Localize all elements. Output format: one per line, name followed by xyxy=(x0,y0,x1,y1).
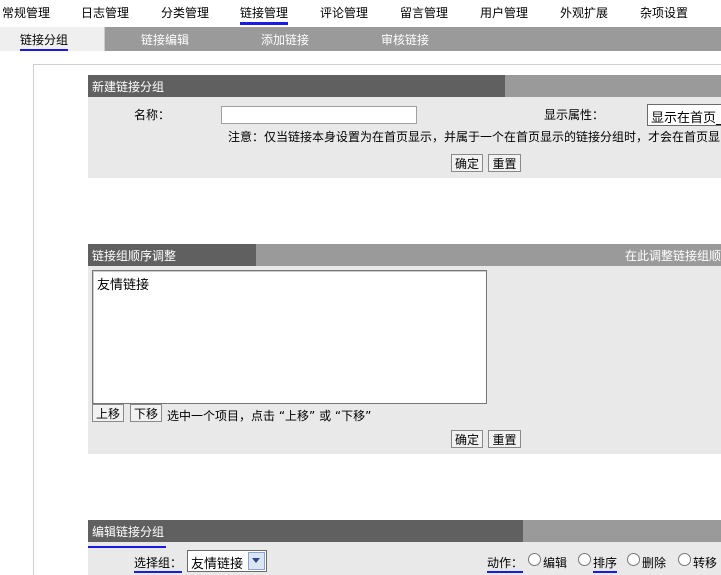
action-label: 动作： xyxy=(487,554,524,573)
top-nav: 常规管理 日志管理 分类管理 链接管理 评论管理 留言管理 用户管理 外观扩展 … xyxy=(0,0,721,26)
nav-item-posts[interactable]: 日志管理 xyxy=(81,4,129,21)
list-item[interactable]: 友情链接 xyxy=(97,274,149,293)
action-sort-label: 排序 xyxy=(593,554,618,573)
order-confirm-button[interactable]: 确定 xyxy=(451,430,483,448)
action-sort-radio[interactable] xyxy=(578,553,591,566)
action-delete-radio[interactable] xyxy=(627,553,640,566)
chevron-down-icon[interactable] xyxy=(248,552,265,570)
edit-group-accent-bar xyxy=(88,546,166,548)
tab-review-links[interactable]: 审核链接 xyxy=(381,31,429,48)
content-border-left xyxy=(33,64,34,575)
display-select-value: 显示在首页_ xyxy=(651,111,721,126)
new-group-title: 新建链接分组 xyxy=(92,80,165,94)
content-border-top xyxy=(33,64,721,65)
reset-button[interactable]: 重置 xyxy=(488,154,521,172)
order-title: 链接组顺序调整 xyxy=(92,249,177,263)
group-select[interactable]: 友情链接 xyxy=(187,550,267,572)
edit-group-header-right xyxy=(523,520,721,542)
action-move-radio[interactable] xyxy=(678,553,691,566)
action-edit-radio[interactable] xyxy=(528,553,541,566)
select-group-label: 选择组： xyxy=(134,554,183,573)
nav-item-comments[interactable]: 评论管理 xyxy=(320,4,368,21)
order-reset-button[interactable]: 重置 xyxy=(488,430,521,448)
nav-item-misc[interactable]: 杂项设置 xyxy=(640,4,688,21)
tab-link-groups[interactable]: 链接分组 xyxy=(0,27,105,51)
confirm-button[interactable]: 确定 xyxy=(451,154,483,172)
group-order-list[interactable]: 友情链接 xyxy=(92,270,487,404)
display-label: 显示属性： xyxy=(544,108,605,122)
note-text: 注意：仅当链接本身设置为在首页显示，并属于一个在首页显示的链接分组时，才会在首页… xyxy=(228,130,721,144)
nav-item-links[interactable]: 链接管理 xyxy=(240,4,289,25)
nav-item-general[interactable]: 常规管理 xyxy=(2,4,50,21)
edit-group-title: 编辑链接分组 xyxy=(92,525,165,539)
tab-add-link[interactable]: 添加链接 xyxy=(261,31,309,48)
nav-item-users[interactable]: 用户管理 xyxy=(480,4,528,21)
sub-nav: 链接分组 链接编辑 添加链接 审核链接 xyxy=(0,27,721,51)
tab-label: 链接分组 xyxy=(20,31,69,51)
nav-item-guestbook[interactable]: 留言管理 xyxy=(400,4,448,21)
order-header-right: 在此调整链接组顺 xyxy=(256,244,721,266)
action-delete-label: 删除 xyxy=(642,556,667,570)
display-select[interactable]: 显示在首页_ xyxy=(647,104,721,126)
nav-item-appearance[interactable]: 外观扩展 xyxy=(560,4,608,21)
nav-item-categories[interactable]: 分类管理 xyxy=(161,4,209,21)
order-header: 链接组顺序调整 xyxy=(88,244,256,266)
group-select-value: 友情链接 xyxy=(191,557,244,572)
move-down-button[interactable]: 下移 xyxy=(130,404,162,422)
tab-link-edit[interactable]: 链接编辑 xyxy=(141,31,189,48)
edit-group-header: 编辑链接分组 xyxy=(88,520,523,542)
order-hint: 选中一个项目，点击 “上移” 或 “下移” xyxy=(167,409,372,423)
action-move-label: 转移 xyxy=(693,556,718,570)
name-input[interactable] xyxy=(221,106,417,124)
new-group-header-right xyxy=(505,75,721,97)
name-label: 名称： xyxy=(134,108,171,122)
new-group-header: 新建链接分组 xyxy=(88,75,505,97)
order-title-right: 在此调整链接组顺 xyxy=(624,249,721,263)
move-up-button[interactable]: 上移 xyxy=(92,404,124,422)
action-edit-label: 编辑 xyxy=(543,556,568,570)
